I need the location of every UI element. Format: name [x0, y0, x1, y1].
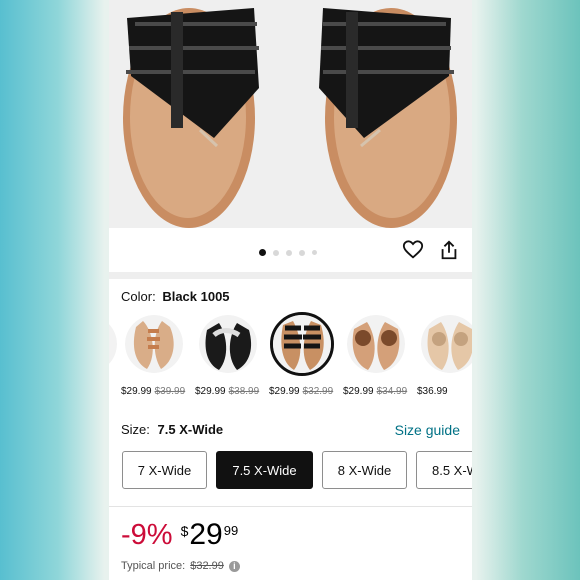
swatch-brown-medallion[interactable]: $29.99 $34.99 — [339, 312, 409, 397]
product-page: Color: Black 1005 9 $29.99$39.99 $29.99$… — [109, 0, 472, 580]
swatch-price: $36.99 — [417, 386, 451, 397]
swatch-price: $29.99 $38.99 — [195, 386, 259, 397]
swatch-black-silver[interactable]: $29.99 $38.99 — [191, 312, 261, 397]
size-option-7-5-x-wide[interactable]: 7.5 X-Wide — [216, 451, 313, 489]
info-icon[interactable]: i — [228, 560, 240, 572]
current-price: -9% $ 29 99 — [121, 515, 238, 555]
page-dot-1[interactable] — [259, 249, 266, 256]
color-label: Color: — [121, 289, 156, 304]
section-divider — [109, 272, 472, 279]
page-dot-3[interactable] — [286, 249, 292, 256]
swatch-light-tan[interactable]: $36.99 — [413, 312, 472, 397]
size-guide-link[interactable]: Size guide — [395, 422, 460, 438]
share-icon[interactable] — [438, 239, 460, 261]
discount-percent: -9% — [121, 519, 173, 551]
color-swatches: 9 $29.99$39.99 $29.99$38.99 $29.99$32.99… — [109, 312, 472, 402]
swatch-old-price: $32.99 — [302, 386, 334, 397]
sandal-photo — [109, 0, 472, 228]
page-dot-2[interactable] — [273, 249, 279, 256]
size-selector-label: Size: 7.5 X-Wide — [121, 422, 223, 437]
swatch-tan-pattern[interactable]: $29.99 $39.99 — [117, 312, 187, 397]
swatch-thumb — [109, 324, 117, 364]
color-selector-label: Color: Black 1005 — [121, 289, 230, 304]
swatch-current-price: $36.99 — [417, 386, 448, 397]
size-value: 7.5 X-Wide — [157, 422, 224, 437]
color-value: Black 1005 — [162, 289, 230, 304]
swatch-thumb — [125, 315, 183, 373]
image-controls — [109, 228, 472, 272]
swatch-old-price: $34.99 — [376, 386, 408, 397]
page-dot-4[interactable] — [299, 249, 305, 256]
size-option-8-5-x-wide-partial[interactable]: 8.5 X-W — [416, 451, 472, 489]
swatch-current-price: $29.99 — [195, 386, 226, 397]
swatch-old-price: $39.99 — [154, 386, 186, 397]
swatch-current-price: $29.99 — [343, 386, 374, 397]
swatch-black-selected[interactable]: $29.99 $32.99 — [265, 312, 335, 397]
price-fraction: 99 — [223, 523, 239, 538]
heart-icon[interactable] — [402, 239, 424, 261]
page-dot-5[interactable] — [312, 250, 317, 255]
image-pagination[interactable] — [259, 249, 317, 256]
swatch-price: $29.99 $34.99 — [343, 386, 407, 397]
swatch-thumb — [347, 315, 405, 373]
swatch-old-price: $38.99 — [228, 386, 260, 397]
swatch-thumb-selected — [270, 312, 334, 376]
typical-price-label: Typical price: — [121, 560, 186, 572]
currency-symbol: $ — [180, 523, 189, 539]
size-option-8-x-wide[interactable]: 8 X-Wide — [322, 451, 407, 489]
swatch-current-price: $29.99 — [121, 386, 152, 397]
product-image[interactable] — [109, 0, 472, 228]
size-label: Size: — [121, 422, 150, 437]
price-divider — [109, 506, 472, 507]
size-options: 7 X-Wide 7.5 X-Wide 8 X-Wide 8.5 X-W — [122, 451, 472, 493]
swatch-price: $29.99 $39.99 — [121, 386, 185, 397]
swatch-thumb — [199, 315, 257, 373]
swatch-price: $29.99 $32.99 — [269, 386, 333, 397]
swatch-current-price: $29.99 — [269, 386, 300, 397]
price-whole: 29 — [189, 518, 223, 551]
typical-price-row: Typical price: $32.99 i — [121, 560, 240, 572]
typical-price: $32.99 — [190, 560, 224, 572]
size-option-7-x-wide[interactable]: 7 X-Wide — [122, 451, 207, 489]
swatch-thumb — [421, 315, 472, 373]
